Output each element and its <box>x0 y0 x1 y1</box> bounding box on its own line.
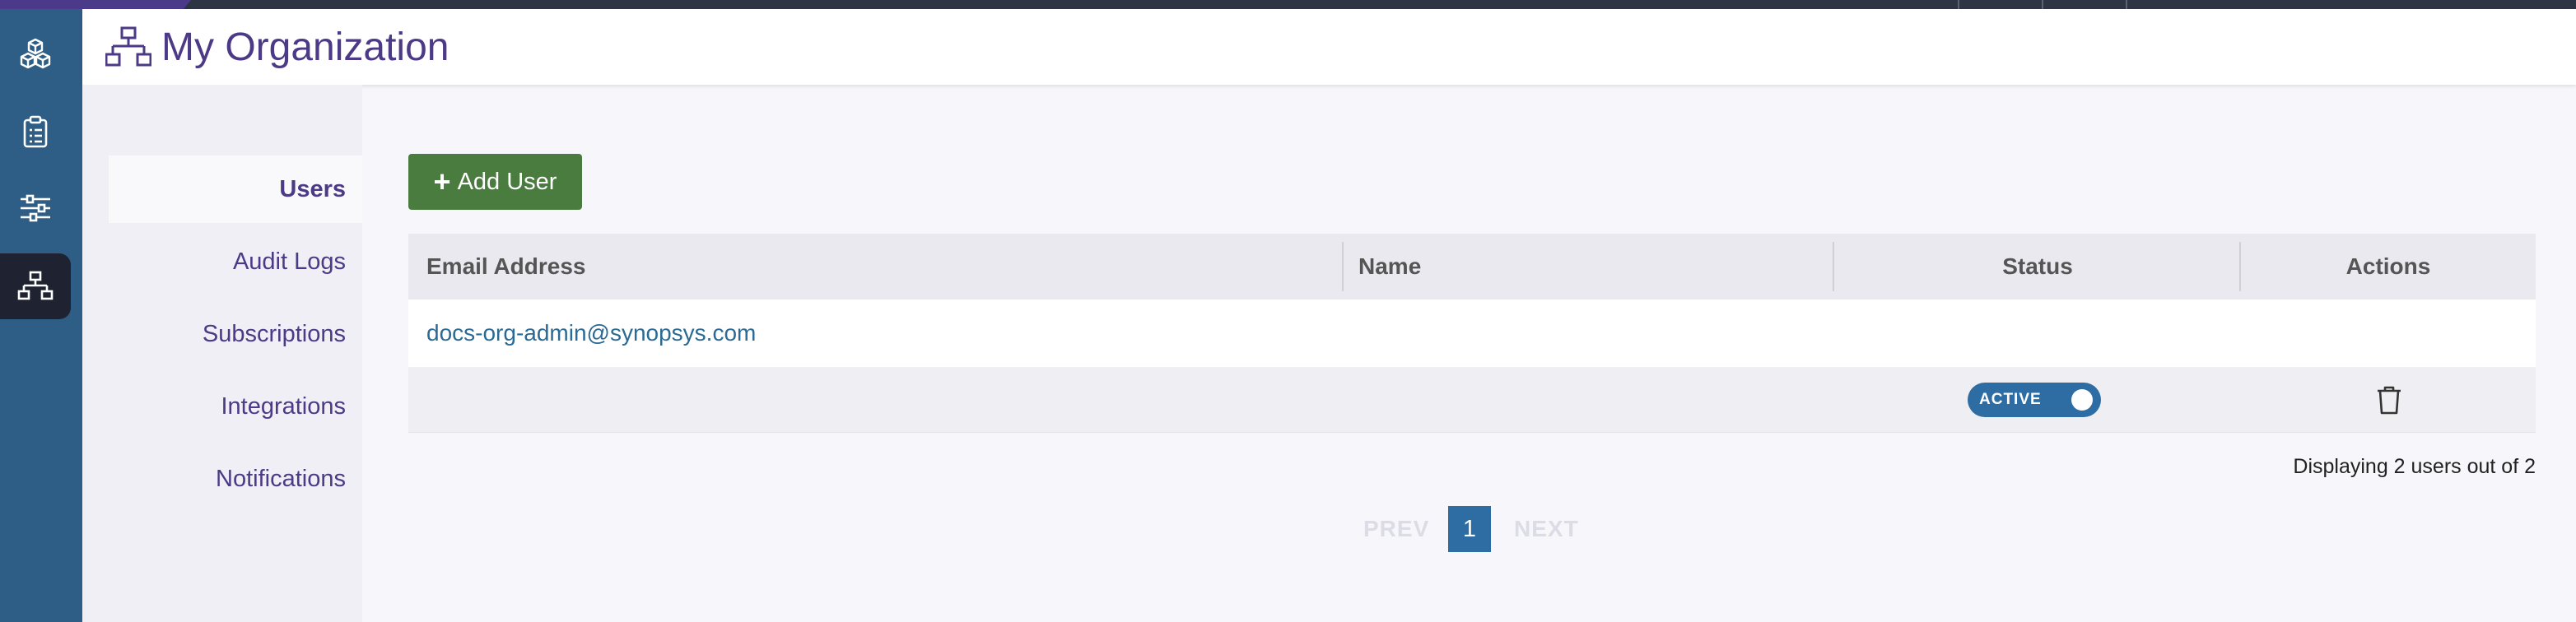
cubes-icon <box>20 38 51 69</box>
icon-rail <box>0 9 82 622</box>
trash-icon[interactable] <box>2374 383 2404 416</box>
top-bar <box>0 0 2576 9</box>
subnav-item-users[interactable]: Users <box>109 156 362 223</box>
brand-strip <box>0 0 191 9</box>
page-header: My Organization <box>82 9 2576 85</box>
pagination-prev[interactable]: PREV <box>1363 506 1429 552</box>
top-bar-divider <box>2042 0 2043 9</box>
sliders-icon <box>21 194 50 222</box>
rail-item-projects[interactable] <box>0 21 71 86</box>
subnav-item-audit-logs[interactable]: Audit Logs <box>109 228 362 295</box>
user-email-link[interactable]: docs-org-admin@synopsys.com <box>426 299 756 367</box>
add-user-label: Add User <box>457 168 557 195</box>
pagination-next[interactable]: NEXT <box>1514 506 1579 552</box>
table-row-details: ACTIVE <box>408 367 2536 433</box>
users-table: Email Address Name Status Actions docs-o… <box>408 234 2536 433</box>
column-header-name[interactable]: Name <box>1358 234 1421 299</box>
users-count-summary: Displaying 2 users out of 2 <box>2293 455 2536 478</box>
subnav-item-notifications[interactable]: Notifications <box>109 445 362 513</box>
column-header-status[interactable]: Status <box>1834 234 2241 299</box>
subnav-item-subscriptions[interactable]: Subscriptions <box>109 300 362 368</box>
toggle-knob <box>2071 389 2093 411</box>
plus-icon: + <box>433 165 451 198</box>
rail-item-tasks[interactable] <box>0 99 71 165</box>
top-bar-divider <box>2126 0 2127 9</box>
top-bar-divider <box>1958 0 1959 9</box>
column-header-actions: Actions <box>2345 253 2431 279</box>
status-toggle-label: ACTIVE <box>1979 391 2042 408</box>
table-row: docs-org-admin@synopsys.com <box>408 299 2536 367</box>
settings-nav: Users Audit Logs Subscriptions Integrati… <box>82 85 362 622</box>
table-header: Email Address Name Status Actions <box>408 234 2536 299</box>
prev-label: PREV <box>1363 516 1430 541</box>
add-user-button[interactable]: + Add User <box>408 154 582 210</box>
page-1-button[interactable]: 1 <box>1448 506 1491 552</box>
next-label: NEXT <box>1514 516 1579 541</box>
rail-item-settings[interactable] <box>0 175 71 241</box>
column-divider <box>1342 242 1344 291</box>
page-title: My Organization <box>161 25 450 69</box>
column-header-email[interactable]: Email Address <box>426 234 585 299</box>
subnav-item-integrations[interactable]: Integrations <box>109 373 362 440</box>
org-chart-icon <box>105 26 151 67</box>
status-toggle[interactable]: ACTIVE <box>1968 383 2101 417</box>
clipboard-icon <box>23 115 48 148</box>
rail-item-organization[interactable] <box>0 253 71 319</box>
org-chart-icon <box>17 271 54 300</box>
